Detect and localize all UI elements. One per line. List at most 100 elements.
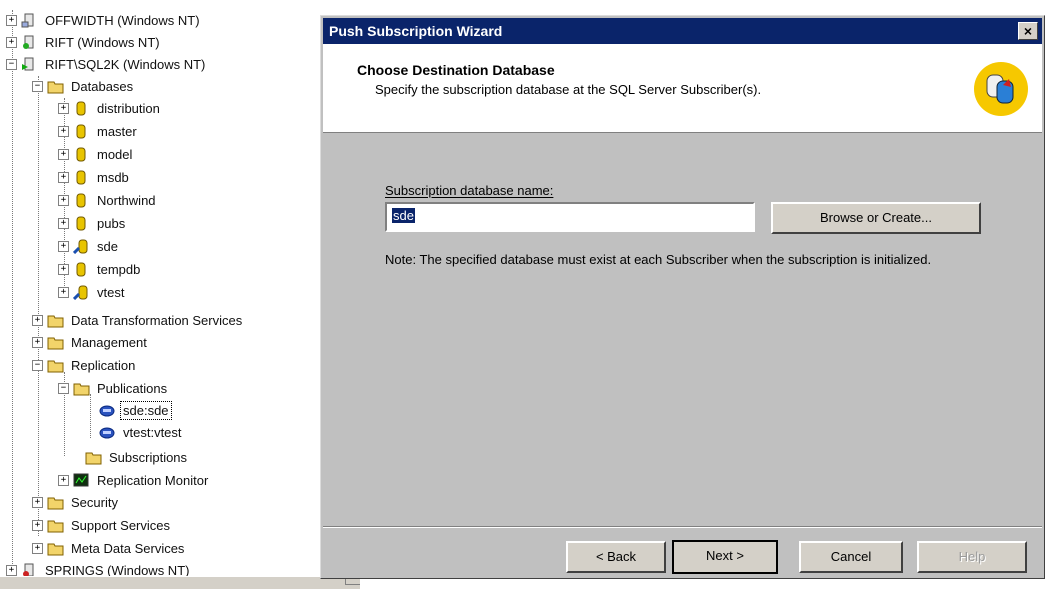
publication-icon <box>99 425 116 440</box>
tree-item-label: OFFWIDTH (Windows NT) <box>45 12 200 28</box>
expand-icon[interactable]: + <box>58 263 69 275</box>
expand-icon[interactable]: + <box>58 474 69 486</box>
tree-item-database[interactable]: + vtest <box>58 281 126 303</box>
tree-item-dts[interactable]: + Data Transformation Services <box>32 309 244 331</box>
collapse-icon[interactable]: − <box>32 80 43 92</box>
monitor-icon <box>73 473 90 488</box>
database-icon <box>73 262 90 277</box>
tree-item-label: vtest:vtest <box>123 424 182 440</box>
tree-item-meta-data-services[interactable]: + Meta Data Services <box>32 537 186 559</box>
tree-item-management[interactable]: + Management <box>32 331 149 353</box>
expand-icon[interactable]: + <box>58 171 69 183</box>
folder-icon <box>47 79 64 94</box>
expand-icon[interactable]: + <box>32 542 43 554</box>
tree-item-server-rift[interactable]: + RIFT (Windows NT) <box>6 31 162 53</box>
tree-item-database[interactable]: + model <box>58 143 134 165</box>
next-button[interactable]: Next > <box>672 540 778 574</box>
tree-item-label: Subscriptions <box>109 449 188 465</box>
expand-icon[interactable]: + <box>32 336 43 348</box>
tree-item-publications[interactable]: − Publications <box>58 377 169 399</box>
folder-icon <box>47 495 64 510</box>
tree-item-security[interactable]: + Security <box>32 491 120 513</box>
expand-icon[interactable]: + <box>32 496 43 508</box>
expand-icon[interactable]: + <box>6 36 17 48</box>
tree-item-label: Security <box>71 494 118 510</box>
expand-icon[interactable]: + <box>32 314 43 326</box>
expand-icon[interactable]: + <box>58 286 69 298</box>
tree-item-server-offwidth[interactable]: + OFFWIDTH (Windows NT) <box>6 9 202 31</box>
expand-icon[interactable]: + <box>58 217 69 229</box>
status-strip <box>0 576 360 589</box>
expand-icon[interactable]: + <box>58 194 69 206</box>
tree-item-database[interactable]: + pubs <box>58 212 127 234</box>
tree-item-label: Meta Data Services <box>71 540 185 556</box>
subscription-database-input[interactable]: sde <box>385 202 755 232</box>
back-button[interactable]: < Back <box>566 541 666 573</box>
tree-item-database[interactable]: + tempdb <box>58 258 142 280</box>
published-database-icon <box>73 239 90 254</box>
tree-item-subscriptions[interactable]: Subscriptions <box>85 446 189 468</box>
tree-item-replication-monitor[interactable]: + Replication Monitor <box>58 469 210 491</box>
button-separator <box>323 526 1042 528</box>
tree-item-support-services[interactable]: + Support Services <box>32 514 172 536</box>
close-button[interactable]: × <box>1018 22 1038 40</box>
published-database-icon <box>73 285 90 300</box>
push-subscription-wizard-dialog: Push Subscription Wizard × Choose Destin… <box>320 15 1045 579</box>
tree-item-label: Support Services <box>71 517 170 533</box>
tree-item-database[interactable]: + msdb <box>58 166 131 188</box>
tree-item-database[interactable]: + Northwind <box>58 189 158 211</box>
tree-item-label: Databases <box>71 78 134 94</box>
expand-icon[interactable]: + <box>32 519 43 531</box>
tree-item-label: RIFT\SQL2K (Windows NT) <box>45 56 206 72</box>
browse-or-create-button[interactable]: Browse or Create... <box>771 202 981 234</box>
tree-item-label: distribution <box>97 100 160 116</box>
database-icon <box>73 124 90 139</box>
tree-item-database[interactable]: + sde <box>58 235 120 257</box>
tree-item-label: sde <box>97 238 118 254</box>
tree-item-server-rift-sql2k[interactable]: − RIFT\SQL2K (Windows NT) <box>6 53 207 75</box>
field-label-text: Subscription database name: <box>385 183 554 198</box>
expand-icon[interactable]: + <box>58 148 69 160</box>
collapse-icon[interactable]: − <box>32 359 43 371</box>
folder-icon <box>47 358 64 373</box>
expand-icon[interactable]: + <box>58 125 69 137</box>
wizard-database-icon <box>974 62 1028 116</box>
expand-icon[interactable]: + <box>58 102 69 114</box>
expand-icon[interactable]: + <box>58 240 69 252</box>
tree-item-label: Data Transformation Services <box>71 312 243 328</box>
tree-item-database[interactable]: + master <box>58 120 139 142</box>
note-text: Note: The specified database must exist … <box>385 252 932 267</box>
tree-item-label-selected: sde:sde <box>120 400 172 420</box>
collapse-icon[interactable]: − <box>6 58 17 70</box>
folder-icon <box>47 518 64 533</box>
tree-item-databases[interactable]: − Databases <box>32 75 135 97</box>
tree-item-replication[interactable]: − Replication <box>32 354 137 376</box>
tree-connector <box>12 10 13 566</box>
tree-item-label: Replication <box>71 357 136 373</box>
folder-icon <box>73 381 90 396</box>
server-icon <box>21 35 38 50</box>
expand-icon[interactable]: + <box>6 14 17 26</box>
wizard-header: Choose Destination Database Specify the … <box>323 44 1042 133</box>
publication-icon <box>99 403 116 418</box>
dialog-title: Push Subscription Wizard <box>329 23 503 39</box>
tree-item-database[interactable]: + distribution <box>58 97 162 119</box>
dialog-titlebar[interactable]: Push Subscription Wizard × <box>323 18 1042 44</box>
tree-item-publication[interactable]: sde:sde <box>99 399 172 421</box>
help-button[interactable]: Help <box>917 541 1027 573</box>
server-icon <box>21 13 38 28</box>
expand-icon[interactable]: + <box>6 564 17 576</box>
subscription-database-label: Subscription database name: <box>385 183 553 198</box>
cancel-button[interactable]: Cancel <box>799 541 903 573</box>
tree-item-label: Northwind <box>97 192 156 208</box>
folder-icon <box>47 541 64 556</box>
database-icon <box>73 101 90 116</box>
collapse-icon[interactable]: − <box>58 382 69 394</box>
tree-item-publication[interactable]: vtest:vtest <box>99 421 184 443</box>
tree-item-label: msdb <box>97 169 129 185</box>
tree-connector <box>38 76 39 536</box>
tree-item-label: Publications <box>97 380 168 396</box>
database-icon <box>73 147 90 162</box>
tree-item-label: Replication Monitor <box>97 472 209 488</box>
database-icon <box>73 216 90 231</box>
